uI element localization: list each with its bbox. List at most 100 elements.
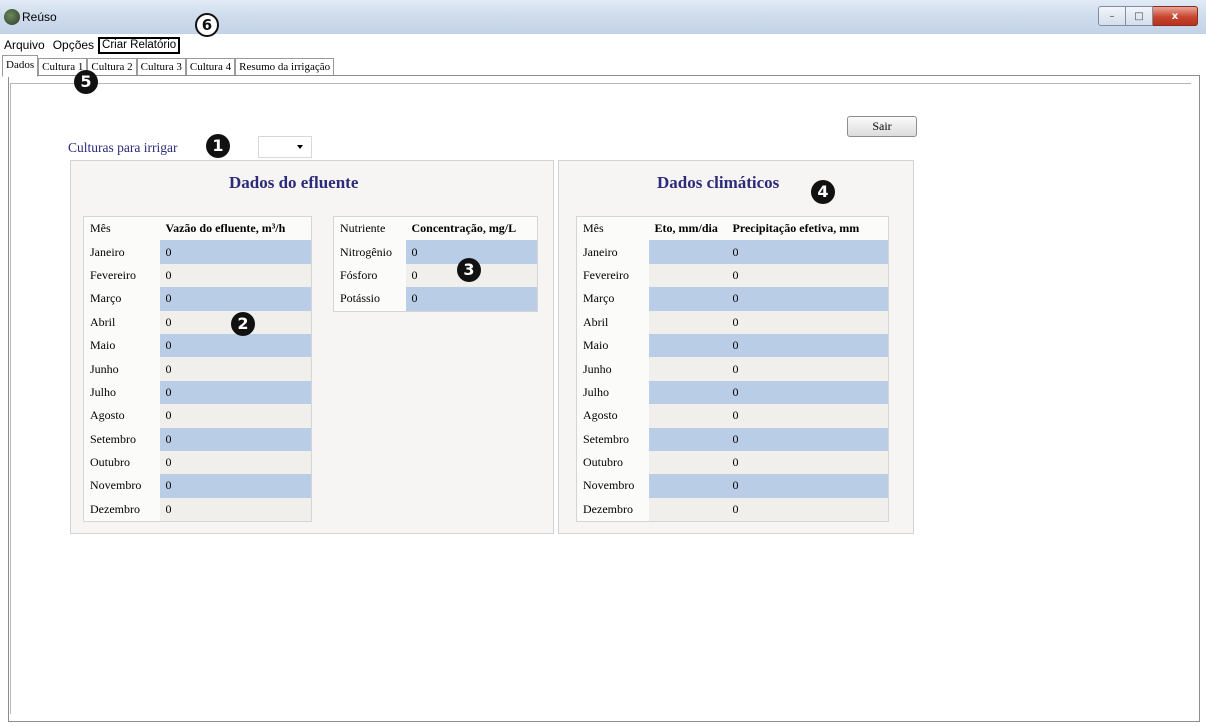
precipitation-input[interactable]: 0	[726, 380, 889, 405]
month-cell: Setembro	[90, 431, 136, 446]
nutrient-cell: Fósforo	[340, 267, 378, 282]
column-header-vazao: Vazão do efluente, m³/h	[165, 221, 286, 236]
flow-input[interactable]: 0	[159, 450, 312, 475]
tab-strip: Dados Cultura 1 Cultura 2 Cultura 3 Cult…	[2, 55, 335, 77]
table-row: Setembro 0	[84, 427, 312, 451]
precipitation-input[interactable]: 0	[726, 450, 889, 475]
table-row: Dezembro 0	[84, 497, 312, 522]
effluent-title: Dados do efluente	[229, 173, 359, 192]
month-cell: Fevereiro	[90, 267, 136, 282]
eto-input[interactable]	[648, 427, 727, 451]
precipitation-input[interactable]: 0	[726, 357, 889, 381]
month-cell: Janeiro	[90, 244, 125, 259]
table-row: Agosto 0	[577, 404, 889, 428]
precipitation-input[interactable]: 0	[726, 287, 889, 311]
month-cell: Novembro	[90, 478, 142, 493]
table-row: Março 0	[577, 287, 889, 311]
table-row: Agosto 0	[84, 404, 312, 428]
table-row: Dezembro 0	[577, 497, 889, 522]
tab-dados[interactable]: Dados	[2, 55, 39, 77]
precipitation-input[interactable]: 0	[726, 240, 889, 264]
table-row: Potássio 0	[334, 287, 538, 312]
eto-input[interactable]	[648, 263, 727, 288]
menu-criar-relatorio[interactable]: Criar Relatório	[98, 36, 181, 54]
column-header-nutriente: Nutriente	[340, 221, 386, 236]
flow-input[interactable]: 0	[159, 240, 312, 264]
precipitation-input[interactable]: 0	[726, 310, 889, 334]
month-cell: Março	[90, 291, 122, 306]
month-cell: Janeiro	[583, 244, 618, 259]
month-cell: Agosto	[90, 408, 125, 423]
flow-input[interactable]: 0	[159, 427, 312, 451]
callout-marker-5: 5	[74, 70, 98, 94]
precipitation-input[interactable]: 0	[726, 263, 889, 288]
table-row: Maio 0	[577, 333, 889, 358]
window-controls: – □ x	[1098, 6, 1198, 26]
eto-input[interactable]	[648, 240, 727, 264]
close-button[interactable]: x	[1153, 6, 1198, 26]
month-cell: Agosto	[583, 408, 618, 423]
column-header-mes: Mês	[90, 221, 111, 236]
tab-resumo-irrigacao[interactable]: Resumo da irrigação	[235, 58, 335, 76]
minimize-button[interactable]: –	[1098, 6, 1126, 26]
month-cell: Junho	[583, 361, 612, 376]
precipitation-input[interactable]: 0	[726, 497, 889, 522]
table-row: Setembro 0	[577, 427, 889, 451]
precipitation-input[interactable]: 0	[726, 404, 889, 428]
table-row: Março 0	[84, 287, 312, 311]
flow-input[interactable]: 0	[159, 404, 312, 428]
flow-input[interactable]: 0	[159, 474, 312, 498]
eto-input[interactable]	[648, 310, 727, 334]
flow-input[interactable]: 0	[159, 497, 312, 522]
table-row: Maio 0	[84, 333, 312, 358]
concentration-input[interactable]: 0	[405, 287, 538, 312]
month-cell: Dezembro	[90, 501, 140, 516]
flow-input[interactable]: 0	[159, 263, 312, 288]
climate-group: Dados climáticos Mês Eto, mm/dia Precipi…	[558, 160, 914, 534]
window-title: Reúso	[22, 10, 57, 24]
month-cell: Outubro	[90, 455, 130, 470]
callout-marker-2: 2	[231, 312, 255, 336]
callout-marker-6: 6	[195, 13, 219, 37]
month-cell: Dezembro	[583, 501, 633, 516]
eto-input[interactable]	[648, 474, 727, 498]
effluent-group: Dados do efluente Mês Vazão do efluente,…	[70, 160, 554, 534]
flow-input[interactable]: 0	[159, 380, 312, 405]
month-cell: Novembro	[583, 478, 635, 493]
eto-input[interactable]	[648, 333, 727, 358]
maximize-button[interactable]: □	[1126, 6, 1153, 26]
column-header-concentracao: Concentração, mg/L	[411, 221, 517, 236]
precipitation-input[interactable]: 0	[726, 427, 889, 451]
precipitation-input[interactable]: 0	[726, 333, 889, 358]
table-row: Abril 0	[84, 310, 312, 334]
table-row: Julho 0	[84, 380, 312, 405]
menu-arquivo[interactable]: Arquivo	[0, 37, 49, 53]
eto-input[interactable]	[648, 357, 727, 381]
table-row: Junho 0	[84, 357, 312, 381]
menu-opcoes[interactable]: Opções	[49, 37, 98, 53]
eto-input[interactable]	[648, 450, 727, 475]
table-row: Fevereiro 0	[84, 263, 312, 288]
table-row: Janeiro 0	[84, 240, 312, 264]
table-row: Fósforo 0	[334, 263, 538, 288]
table-row: Novembro 0	[84, 474, 312, 498]
menu-bar: Arquivo Opções Criar Relatório	[0, 36, 1206, 54]
flow-input[interactable]: 0	[159, 333, 312, 358]
table-row: Junho 0	[577, 357, 889, 381]
nutrient-cell: Nitrogênio	[340, 244, 392, 259]
eto-input[interactable]	[648, 380, 727, 405]
eto-input[interactable]	[648, 287, 727, 311]
crops-dropdown[interactable]	[258, 136, 312, 158]
crops-label: Culturas para irrigar	[68, 140, 178, 155]
tab-cultura-4[interactable]: Cultura 4	[185, 58, 236, 76]
month-cell: Abril	[583, 314, 609, 329]
eto-input[interactable]	[648, 497, 727, 522]
table-row: Abril 0	[577, 310, 889, 334]
tab-cultura-3[interactable]: Cultura 3	[136, 58, 186, 76]
month-cell: Maio	[583, 338, 609, 353]
flow-input[interactable]: 0	[159, 287, 312, 311]
eto-input[interactable]	[648, 404, 727, 428]
precipitation-input[interactable]: 0	[726, 474, 889, 498]
exit-button[interactable]: Sair	[847, 116, 917, 137]
flow-input[interactable]: 0	[159, 357, 312, 381]
